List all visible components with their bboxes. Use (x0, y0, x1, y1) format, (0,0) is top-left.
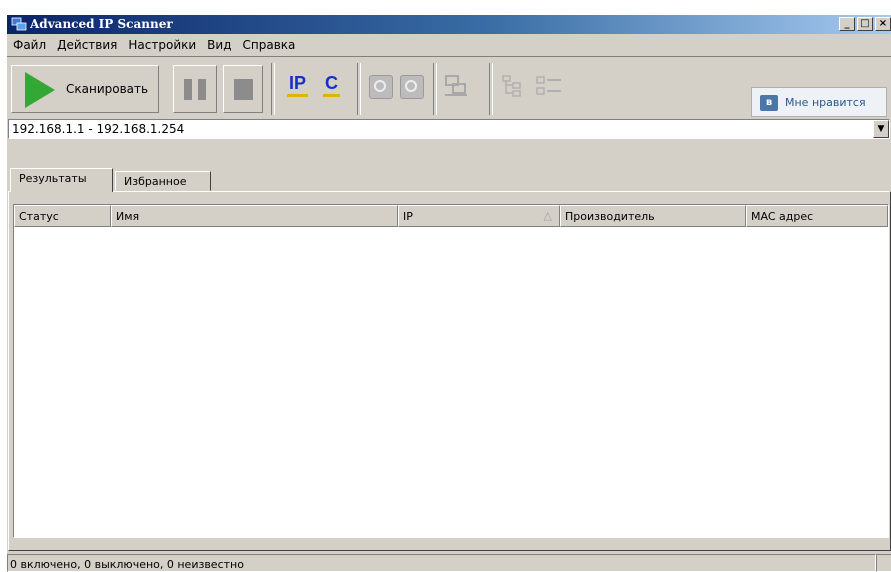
column-status[interactable]: Статус (14, 205, 111, 227)
stop-icon (234, 79, 253, 100)
vk-like-button[interactable]: в Мне нравится (751, 87, 887, 117)
pause-icon (184, 79, 192, 100)
chevron-down-icon[interactable]: ▼ (873, 120, 889, 138)
tab-results[interactable]: Результаты (10, 168, 113, 192)
table-header: Статус Имя IP △ Производитель MAC адрес (14, 205, 888, 227)
column-name[interactable]: Имя (111, 205, 398, 227)
toolbar-separator (433, 63, 437, 115)
power-off-icon[interactable] (400, 75, 424, 99)
window-title: Advanced IP Scanner (30, 17, 173, 31)
close-button[interactable]: × (875, 17, 891, 31)
play-icon (25, 72, 55, 108)
app-network-icon (11, 17, 27, 31)
c-subnet-icon[interactable]: C (323, 73, 340, 97)
toolbar: Сканировать IP C в Мне нравится (7, 56, 891, 117)
menu-bar: Файл Действия Настройки Вид Справка (7, 35, 300, 55)
menu-settings[interactable]: Настройки (122, 35, 201, 55)
maximize-button[interactable]: □ (857, 17, 873, 31)
scan-button[interactable]: Сканировать (11, 65, 159, 113)
sort-ascending-icon: △ (543, 209, 552, 222)
column-vendor[interactable]: Производитель (560, 205, 746, 227)
title-bar[interactable]: Advanced IP Scanner _ □ × (7, 15, 891, 34)
ip-range-input[interactable]: 192.168.1.1 - 192.168.1.254 ▼ (8, 119, 890, 139)
tree-view-icon[interactable] (501, 74, 525, 98)
status-bar: 0 включено, 0 выключено, 0 неизвестно (7, 554, 891, 572)
list-view-icon[interactable] (535, 74, 563, 98)
power-on-icon[interactable] (369, 75, 393, 99)
toolbar-separator (357, 63, 361, 115)
status-summary: 0 включено, 0 выключено, 0 неизвестно (7, 554, 876, 572)
results-pane: Статус Имя IP △ Производитель MAC адрес (8, 191, 891, 551)
toolbar-separator (271, 63, 275, 115)
resize-grip-icon[interactable] (876, 554, 891, 572)
pause-button[interactable] (173, 65, 217, 113)
scan-button-label: Сканировать (66, 82, 149, 96)
menu-view[interactable]: Вид (201, 35, 236, 55)
minimize-button[interactable]: _ (839, 17, 855, 31)
column-mac[interactable]: MAC адрес (746, 205, 888, 227)
vk-icon: в (760, 95, 778, 111)
menu-actions[interactable]: Действия (51, 35, 122, 55)
remote-computer-icon[interactable] (443, 74, 469, 98)
results-table[interactable]: Статус Имя IP △ Производитель MAC адрес (13, 204, 889, 538)
column-ip[interactable]: IP △ (398, 205, 560, 227)
stop-button[interactable] (223, 65, 263, 113)
ip-range-value: 192.168.1.1 - 192.168.1.254 (12, 122, 185, 136)
app-window: Advanced IP Scanner _ □ × Файл Действия … (6, 14, 891, 572)
toolbar-separator (489, 63, 493, 115)
ip-scan-icon[interactable]: IP (286, 73, 309, 97)
like-label: Мне нравится (785, 96, 866, 109)
tab-favorites[interactable]: Избранное (115, 171, 211, 191)
menu-file[interactable]: Файл (7, 35, 51, 55)
menu-help[interactable]: Справка (237, 35, 301, 55)
